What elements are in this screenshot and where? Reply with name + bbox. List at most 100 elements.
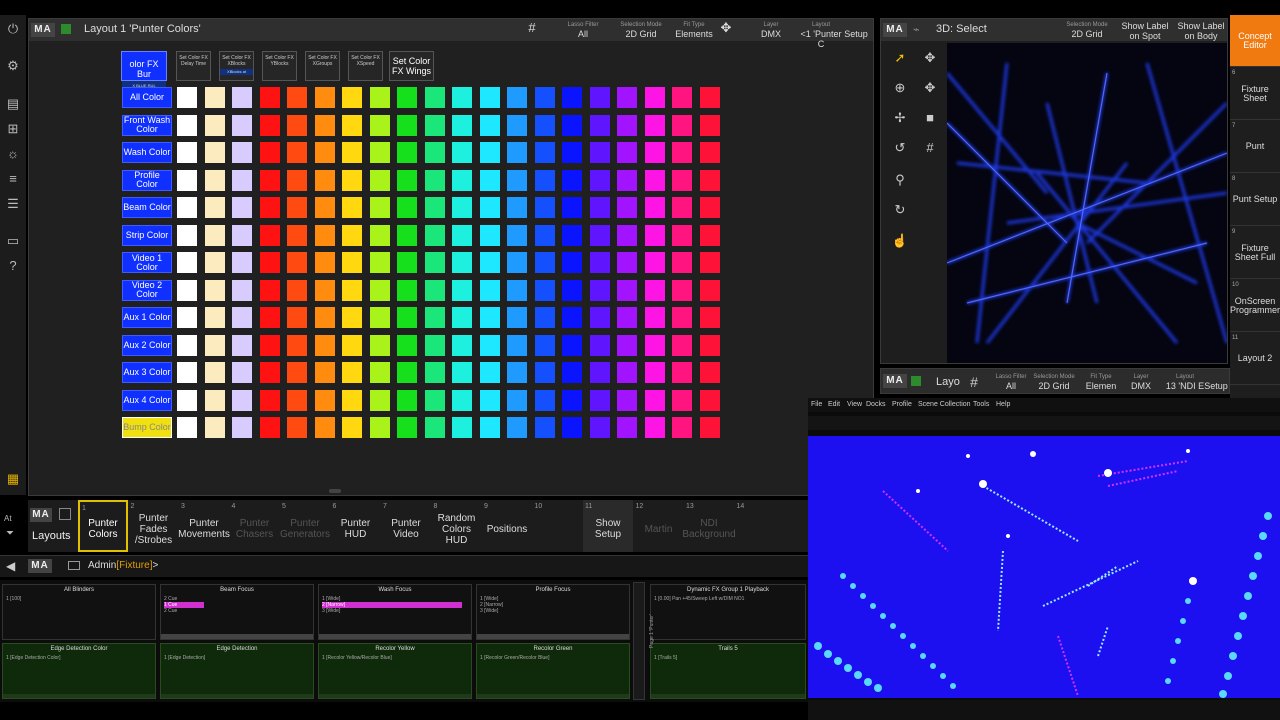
- color-swatch[interactable]: [590, 389, 610, 411]
- row-label-aux-2-color[interactable]: Aux 2 Color: [122, 334, 172, 356]
- page-indicator[interactable]: Page 1 'Punter': [633, 582, 655, 700]
- color-swatch[interactable]: [535, 362, 555, 383]
- color-swatch[interactable]: [535, 142, 555, 163]
- color-swatch[interactable]: [672, 307, 692, 328]
- color-swatch[interactable]: [260, 389, 280, 411]
- color-swatch[interactable]: [287, 224, 307, 246]
- color-swatch[interactable]: [205, 224, 225, 246]
- menu-scene-collection[interactable]: Scene Collection: [918, 401, 971, 408]
- color-swatch[interactable]: [480, 87, 500, 108]
- color-swatch[interactable]: [617, 87, 637, 108]
- color-swatch[interactable]: [177, 417, 197, 438]
- color-swatch[interactable]: [397, 307, 417, 328]
- color-swatch[interactable]: [342, 334, 362, 356]
- color-swatch[interactable]: [452, 87, 472, 108]
- view-tab-10[interactable]: 10: [533, 500, 583, 552]
- color-swatch[interactable]: [645, 142, 665, 163]
- color-swatch[interactable]: [342, 307, 362, 328]
- color-swatch[interactable]: [315, 389, 335, 411]
- color-swatch[interactable]: [287, 87, 307, 108]
- color-swatch[interactable]: [232, 307, 252, 328]
- color-swatch[interactable]: [177, 87, 197, 108]
- color-swatch[interactable]: [397, 87, 417, 108]
- bulb-icon[interactable]: ☼: [4, 145, 22, 163]
- color-swatch[interactable]: [287, 279, 307, 301]
- color-swatch[interactable]: [342, 417, 362, 438]
- color-swatch[interactable]: [617, 389, 637, 411]
- color-swatch[interactable]: [315, 169, 335, 191]
- color-swatch[interactable]: [177, 114, 197, 136]
- row-label-profile-color[interactable]: Profile Color: [122, 169, 172, 191]
- color-swatch[interactable]: [452, 307, 472, 328]
- color-swatch[interactable]: [287, 307, 307, 328]
- color-swatch[interactable]: [480, 417, 500, 438]
- color-swatch[interactable]: [232, 87, 252, 108]
- 3d-header-field-1[interactable]: Show Label on Spot: [1119, 19, 1171, 41]
- color-swatch[interactable]: [260, 224, 280, 246]
- row-label-bump-color[interactable]: Bump Color: [122, 417, 172, 438]
- header-field-7[interactable]: Setup: [841, 19, 871, 41]
- color-swatch[interactable]: [205, 114, 225, 136]
- ma-logo[interactable]: MA: [28, 559, 52, 573]
- color-swatch[interactable]: [232, 169, 252, 191]
- menu-docks[interactable]: Docks: [866, 401, 885, 408]
- color-swatch[interactable]: [507, 169, 527, 191]
- color-swatch[interactable]: [535, 307, 555, 328]
- color-swatch[interactable]: [342, 389, 362, 411]
- color-swatch[interactable]: [507, 224, 527, 246]
- color-swatch[interactable]: [177, 334, 197, 356]
- color-swatch[interactable]: [370, 279, 390, 301]
- settings-icon[interactable]: ⚙: [4, 57, 22, 75]
- ma-logo[interactable]: MA: [883, 374, 907, 388]
- playback-bottom-3[interactable]: Recolor Green 1 [Recolor Green/Recolor Bl…: [476, 643, 630, 699]
- color-swatch[interactable]: [672, 389, 692, 411]
- ma-logo[interactable]: MA: [31, 23, 55, 37]
- color-swatch[interactable]: [370, 197, 390, 218]
- color-swatch[interactable]: [397, 197, 417, 218]
- view-tab-1[interactable]: 1 Punter Colors: [78, 500, 128, 552]
- row-label-aux-1-color[interactable]: Aux 1 Color: [122, 307, 172, 328]
- color-swatch[interactable]: [645, 362, 665, 383]
- color-swatch[interactable]: [535, 279, 555, 301]
- layout2-header-field-0[interactable]: Lasso Filter All: [991, 371, 1031, 393]
- color-swatch[interactable]: [232, 389, 252, 411]
- view-tab-7[interactable]: 7 Punter Video: [381, 500, 431, 552]
- color-swatch[interactable]: [700, 87, 720, 108]
- color-fx-button-3[interactable]: Set Color FX YBlocks: [262, 51, 297, 81]
- color-swatch[interactable]: [590, 114, 610, 136]
- color-swatch[interactable]: [370, 142, 390, 163]
- color-swatch[interactable]: [232, 362, 252, 383]
- color-swatch[interactable]: [260, 307, 280, 328]
- color-swatch[interactable]: [315, 279, 335, 301]
- window-icon[interactable]: [59, 508, 71, 520]
- header-field-5[interactable]: Layer DMX: [747, 19, 795, 41]
- view-tab-6[interactable]: 6 Punter HUD: [331, 500, 381, 552]
- color-swatch[interactable]: [535, 252, 555, 273]
- color-swatch[interactable]: [507, 279, 527, 301]
- color-swatch[interactable]: [700, 307, 720, 328]
- color-swatch[interactable]: [507, 87, 527, 108]
- color-swatch[interactable]: [315, 114, 335, 136]
- 3d-viewport[interactable]: [947, 43, 1227, 363]
- color-swatch[interactable]: [562, 169, 582, 191]
- color-swatch[interactable]: [452, 417, 472, 438]
- row-label-video-1-color[interactable]: Video 1 Color: [122, 252, 172, 273]
- color-swatch[interactable]: [177, 224, 197, 246]
- menu-help[interactable]: Help: [996, 401, 1010, 408]
- color-swatch[interactable]: [452, 114, 472, 136]
- menu-file[interactable]: File: [811, 401, 822, 408]
- color-swatch[interactable]: [535, 87, 555, 108]
- color-swatch[interactable]: [315, 307, 335, 328]
- color-swatch[interactable]: [590, 142, 610, 163]
- color-swatch[interactable]: [645, 252, 665, 273]
- view-button-6[interactable]: 6 Fixture Sheet: [1230, 68, 1280, 120]
- view-tab-13[interactable]: 13 NDI Background: [682, 500, 735, 552]
- color-swatch[interactable]: [232, 224, 252, 246]
- color-swatch[interactable]: [617, 142, 637, 163]
- color-swatch[interactable]: [562, 362, 582, 383]
- color-swatch[interactable]: [177, 307, 197, 328]
- rotate-view-icon[interactable]: ↻: [889, 199, 911, 221]
- color-swatch[interactable]: [315, 417, 335, 438]
- color-swatch[interactable]: [480, 252, 500, 273]
- playback-2[interactable]: Wash Focus 1 [Wide] 2 [Narrow] 3 [Wide]: [318, 584, 472, 640]
